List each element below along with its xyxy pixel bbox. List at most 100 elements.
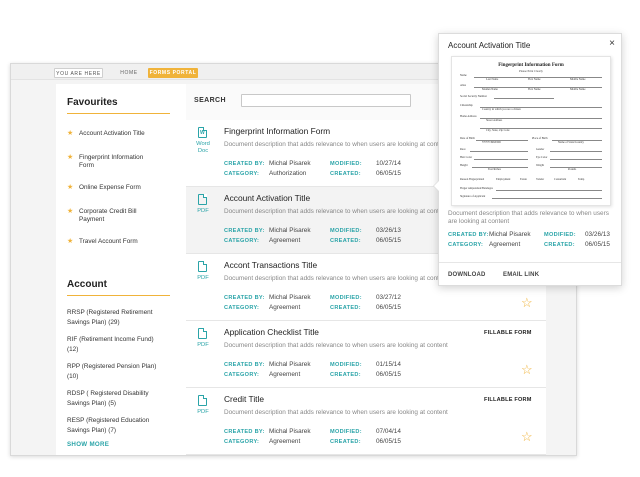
created-label: CREATED: <box>330 171 361 177</box>
doc-type: PDF <box>197 208 209 214</box>
doc-type: PDF <box>197 342 209 348</box>
document-title[interactable]: Account Activation Title <box>224 193 310 203</box>
pdf-doc-icon <box>198 261 207 272</box>
star-icon: ★ <box>67 130 74 137</box>
popup-modified-value: 03/26/13 <box>585 231 610 238</box>
pv-rule <box>474 159 528 160</box>
popup-created-by-label: CREATED BY: <box>448 232 489 238</box>
form-preview-thumbnail[interactable]: Fingerprint Information Form Please Prin… <box>451 56 611 206</box>
pv-signature: Signature of Applicant <box>460 195 486 198</box>
account-item[interactable]: RPP (Registered Pension Plan) (10) <box>67 362 179 381</box>
document-preview-popup: Account Activation Title × Fingerprint I… <box>433 33 622 286</box>
pv-rule <box>550 151 602 152</box>
fillable-form-tag: FILLABLE FORM <box>484 330 532 336</box>
account-label: RIF (Retirement Income Fund) <box>67 336 154 343</box>
star-icon: ★ <box>67 238 74 245</box>
favourite-item[interactable]: ★ Corporate Credit Bill Payment <box>67 208 179 224</box>
favourite-item[interactable]: ★ Online Expense Form <box>67 184 179 192</box>
favourite-label-cont: Form <box>79 162 94 169</box>
document-title[interactable]: Accont Transactions Title <box>224 260 317 270</box>
pv-pob-fmt: Name of State/Country <box>558 141 584 144</box>
created-value: 06/05/15 <box>376 438 401 445</box>
modified-value: 10/27/14 <box>376 160 401 167</box>
created-value: 06/05/15 <box>376 371 401 378</box>
doc-type: Word Doc <box>190 141 216 155</box>
pdf-doc-icon <box>198 194 207 205</box>
pv-alias: Alias <box>460 84 466 87</box>
created-by-label: CREATED BY: <box>224 362 265 368</box>
pv-reason-opt: Estate <box>520 178 527 181</box>
breadcrumb-home-link[interactable]: HOME <box>116 68 142 78</box>
modified-label: MODIFIED: <box>330 362 362 368</box>
pv-reason-opt: Vendor <box>536 178 545 181</box>
created-by-value: Michal Pisarek <box>269 227 311 234</box>
created-by-label: CREATED BY: <box>224 228 265 234</box>
favourite-label-cont: Payment <box>79 216 105 223</box>
document-row[interactable]: PDF Application Checklist Title FILLABLE… <box>186 321 546 388</box>
category-label: CATEGORY: <box>224 439 260 445</box>
document-row[interactable]: PDF Credit Title FILLABLE FORM Document … <box>186 388 546 455</box>
created-by-value: Michal Pisarek <box>269 428 311 435</box>
favourite-item[interactable]: ★ Travel Account Form <box>67 238 179 246</box>
account-label-cont: Savings Plan) (29) <box>67 318 120 326</box>
account-item[interactable]: RRSP (Registered Retirement Savings Plan… <box>67 308 179 327</box>
pv-rule <box>496 190 602 191</box>
category-label: CATEGORY: <box>224 238 260 244</box>
category-value: Authorization <box>269 170 307 177</box>
show-more-link[interactable]: SHOW MORE <box>67 441 109 448</box>
popup-description: Document description that adds relevance… <box>448 210 609 225</box>
popup-title: Account Activation Title <box>448 41 531 50</box>
close-icon[interactable]: × <box>609 38 615 49</box>
account-item[interactable]: RDSP ( Registered Disability Savings Pla… <box>67 389 179 408</box>
category-value: Agreement <box>269 237 301 244</box>
pv-reason: Reason Fingerprinted <box>460 178 485 181</box>
favourite-star-icon[interactable]: ☆ <box>521 296 533 309</box>
pv-gender: Gender <box>536 148 545 151</box>
favourites-heading: Favourites <box>67 97 118 108</box>
modified-label: MODIFIED: <box>330 228 362 234</box>
doc-type: PDF <box>197 409 209 415</box>
document-description: Document description that adds relevance… <box>224 208 448 215</box>
document-title[interactable]: Application Checklist Title <box>224 327 319 337</box>
favourite-item[interactable]: ★ Fingerprint Information Form <box>67 154 179 170</box>
category-value: Agreement <box>269 304 301 311</box>
doc-type-line2: Doc <box>197 148 209 154</box>
pv-reason-opt: Consultant <box>554 178 567 181</box>
favourite-item[interactable]: ★ Account Activation Title <box>67 130 179 138</box>
document-description: Document description that adds relevance… <box>224 141 448 148</box>
popup-created-by-value: Michal Pisarek <box>489 231 531 238</box>
word-glyph: W <box>200 130 205 136</box>
sidebar: Favourites ★ Account Activation Title ★ … <box>56 84 186 455</box>
email-link-button[interactable]: EMAIL LINK <box>503 272 539 278</box>
created-label: CREATED: <box>330 305 361 311</box>
pv-citizenship-sub: Country in which you are a citizen <box>482 108 521 111</box>
document-title[interactable]: Fingerprint Information Form <box>224 126 330 136</box>
account-item[interactable]: RIF (Retirement Income Fund) (12) <box>67 335 179 354</box>
favourite-star-icon[interactable]: ☆ <box>521 363 533 376</box>
category-value: Agreement <box>269 371 301 378</box>
pv-dob-fmt: YYYY/MM/DD <box>482 141 501 144</box>
account-label-cont: Savings Plan) (5) <box>67 399 117 407</box>
pv-rule <box>470 151 528 152</box>
search-input[interactable] <box>241 94 411 107</box>
doc-type: PDF <box>197 275 209 281</box>
download-button[interactable]: DOWNLOAD <box>448 272 486 278</box>
account-divider <box>67 295 170 296</box>
favourite-star-icon[interactable]: ☆ <box>521 430 533 443</box>
star-icon: ★ <box>67 154 74 161</box>
word-doc-icon: W <box>198 127 207 138</box>
account-heading: Account <box>67 279 107 290</box>
fillable-form-tag: FILLABLE FORM <box>484 397 532 403</box>
modified-value: 01/15/14 <box>376 361 401 368</box>
pv-height: Height <box>460 164 468 167</box>
account-label-cont: (12) <box>67 345 79 353</box>
pdf-doc-icon <box>198 395 207 406</box>
created-label: CREATED: <box>330 439 361 445</box>
pv-first2: First Name <box>528 88 541 91</box>
account-item[interactable]: RESP (Registered Education Savings Plan)… <box>67 416 179 435</box>
pv-weight-unit: Pounds <box>568 168 577 171</box>
favourite-label: Fingerprint Information <box>79 154 144 161</box>
created-value: 06/05/15 <box>376 170 401 177</box>
breadcrumb-current: FORMS PORTAL <box>148 68 198 78</box>
document-title[interactable]: Credit Title <box>224 394 264 404</box>
